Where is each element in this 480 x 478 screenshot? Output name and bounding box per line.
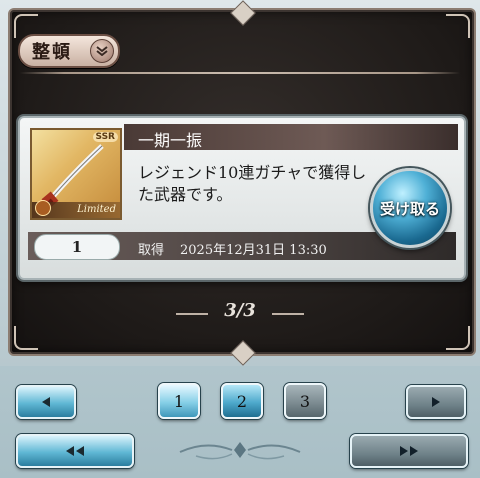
chevron-down-icon [90,39,114,63]
gift-item-card: 一期一振 SSR Limited レジェンド10連ガチャで獲得した武器です。 1… [18,116,466,280]
triangle-right-icon [432,397,440,407]
page-indicator: 3/3 [224,300,256,321]
page-indicator-ornament-right [272,313,304,315]
item-quantity: 1 [34,234,120,260]
page-button-1[interactable]: 1 [158,383,200,419]
frame-gem-ornament [230,0,256,26]
gift-box-window: 整頓 一期一振 SSR Limited レジェンド10連ガチャで獲得した武器です… [0,0,480,366]
item-description: レジェンド10連ガチャで獲得した武器です。 [138,163,367,204]
triangle-left-icon [42,397,50,407]
claim-button[interactable]: 受け取る [370,168,450,248]
received-label: 取得 [138,243,165,258]
received-date: 2025年12月31日 13:30 [180,243,327,258]
sort-button-label: 整頓 [32,42,72,63]
rarity-badge: SSR [92,132,118,142]
page-button-3[interactable]: 3 [284,383,326,419]
first-page-button[interactable] [16,434,134,468]
claim-button-label: 受け取る [379,199,440,218]
item-name: 一期一振 [138,131,203,150]
prev-page-button[interactable] [16,385,76,419]
footer-ornament [179,442,301,460]
page-button-2[interactable]: 2 [221,383,263,419]
last-page-button[interactable] [350,434,468,468]
frame-corner [446,14,470,38]
double-triangle-right-icon [400,446,418,456]
next-page-button[interactable] [406,385,466,419]
double-triangle-left-icon [66,446,84,456]
frame-gem-ornament [230,340,256,366]
sort-button[interactable]: 整頓 [18,34,120,68]
frame-corner [14,326,38,350]
header-divider [20,72,460,74]
limited-badge-icon [35,200,51,216]
page-button-label: 1 [173,391,185,411]
frame-corner [446,326,470,350]
page-button-label: 2 [236,391,248,411]
item-thumbnail[interactable]: SSR Limited [30,128,122,220]
page-button-label: 3 [299,391,311,411]
